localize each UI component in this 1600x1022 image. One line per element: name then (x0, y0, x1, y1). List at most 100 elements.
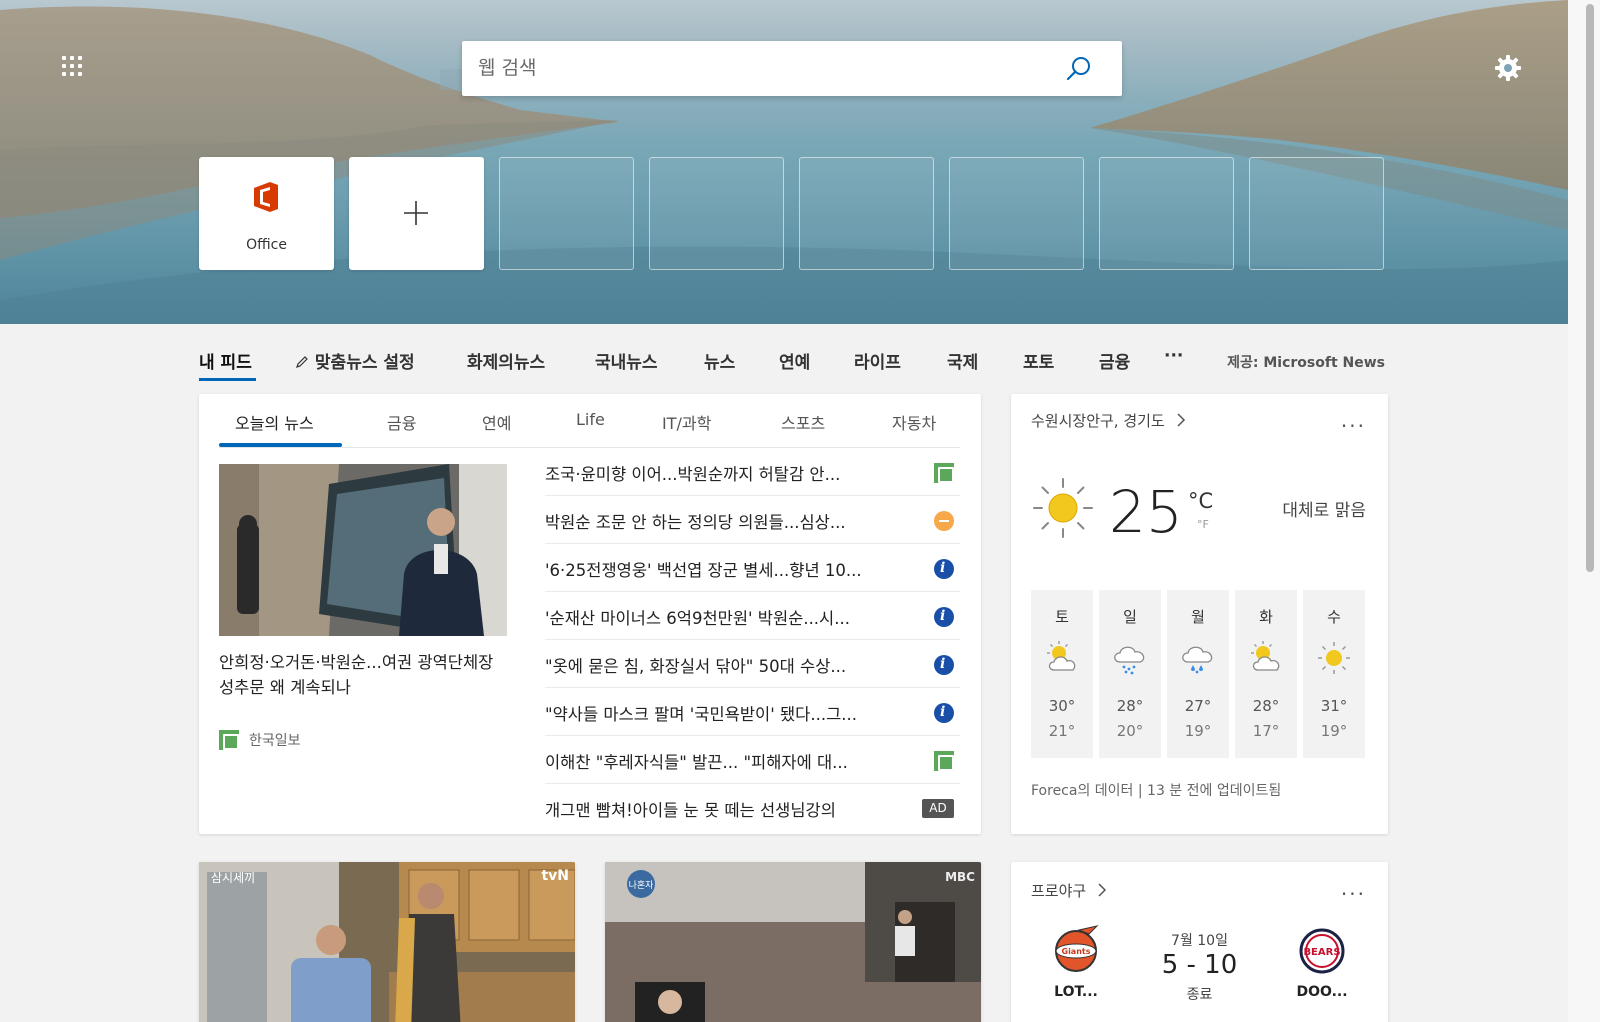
empty-quick-link-slot (1249, 157, 1384, 270)
headline-item[interactable]: '6·25전쟁영웅' 백선엽 장군 별세...향년 10... (545, 544, 960, 592)
forecast-high: 31° (1320, 697, 1348, 715)
forecast-day-name: 월 (1191, 608, 1205, 626)
headline-text: 조국·윤미향 이어...박원순까지 허탈감 안... (545, 465, 841, 484)
forecast-low: 19° (1320, 722, 1348, 740)
nav-domestic[interactable]: 국내뉴스 (595, 348, 658, 373)
headline-item[interactable]: "약사들 마스크 팔며 '국민욕받이' 됐다...그... (545, 688, 960, 736)
tab-it-science[interactable]: IT/과학 (662, 410, 711, 434)
forecast-day-name: 토 (1055, 608, 1069, 626)
empty-quick-link-slot (949, 157, 1084, 270)
news-card-video[interactable]: 나혼자 MBC (605, 862, 981, 1022)
headline-item[interactable]: "옷에 묻은 침, 화장실서 닦아" 50대 수상... (545, 640, 960, 688)
celsius-toggle[interactable]: °C (1188, 489, 1213, 513)
forecast-low: 21° (1048, 722, 1076, 740)
empty-quick-link-slot (799, 157, 934, 270)
nav-photo[interactable]: 포토 (1023, 348, 1054, 373)
headline-item[interactable]: 이해찬 "후레자식들" 발끈... "피해자에 대... (545, 736, 960, 784)
rain-icon (1182, 646, 1213, 674)
news-card-video[interactable]: 삼시세끼 tvN (199, 862, 575, 1022)
nav-news[interactable]: 뉴스 (704, 348, 735, 373)
news-card-image: 삼시세끼 (199, 862, 575, 1022)
search-icon[interactable] (1064, 54, 1094, 84)
headline-item[interactable]: 박원순 조문 안 하는 정의당 의원들...심상... (545, 496, 960, 544)
ad-headline-item[interactable]: 개그맨 빰쳐!아이들 눈 못 떼는 선생님강의 AD (545, 784, 960, 832)
nav-my-feed[interactable]: 내 피드 (199, 348, 252, 373)
news-provider-label: 제공: Microsoft News (1227, 355, 1385, 371)
settings-gear-icon[interactable] (1494, 54, 1522, 82)
fahrenheit-toggle[interactable]: °F (1197, 518, 1209, 531)
weather-location: 수원시장안구, 경기도 (1031, 412, 1165, 430)
baseball-title: 프로야구 (1031, 882, 1087, 900)
nav-trending[interactable]: 화제의뉴스 (467, 348, 545, 373)
feature-news-title[interactable]: 안희정·오거돈·박원순...여권 광역단체장 성추문 왜 계속되나 (219, 650, 509, 700)
forecast-low: 19° (1184, 722, 1212, 740)
page-scrollbar[interactable] (1568, 0, 1600, 1022)
svg-text:BEARS: BEARS (1303, 947, 1340, 958)
baseball-card: 프로야구 ··· Giants LOT... 7월 10일 5 - 10 종료 … (1011, 862, 1388, 1022)
tab-entertainment[interactable]: 연예 (482, 410, 511, 434)
team-away-name: DOO... (1296, 984, 1348, 1000)
tab-life[interactable]: Life (576, 410, 605, 429)
add-quick-link-button[interactable] (349, 157, 484, 270)
publisher-logo-icon (934, 703, 954, 723)
hankook-ilbo-logo-icon (219, 730, 239, 750)
headline-text: '순재산 마이너스 6억9천만원' 박원순...시... (545, 609, 850, 628)
nav-entertainment[interactable]: 연예 (779, 348, 810, 373)
publisher-logo-icon (934, 511, 954, 531)
weather-more-options-button[interactable]: ··· (1341, 414, 1366, 438)
web-search-box[interactable] (462, 41, 1122, 96)
hankook-ilbo-logo-icon (934, 463, 954, 483)
tab-finance[interactable]: 금융 (387, 410, 416, 434)
forecast-day[interactable]: 화 28° 17° (1235, 590, 1297, 758)
headline-text: "옷에 묻은 침, 화장실서 닦아" 50대 수상... (545, 657, 847, 676)
quick-link-office[interactable]: Office (199, 157, 334, 270)
feature-news-source: 한국일보 (219, 730, 301, 750)
baseball-title-link[interactable]: 프로야구 (1031, 880, 1107, 901)
forecast-day-name: 일 (1123, 608, 1137, 626)
nav-world[interactable]: 국제 (947, 348, 978, 373)
tab-today-news[interactable]: 오늘의 뉴스 (235, 410, 314, 434)
nav-personalize[interactable]: 맞춤뉴스 설정 (295, 348, 415, 373)
nav-finance[interactable]: 금융 (1099, 348, 1130, 373)
publisher-logo-icon (934, 559, 954, 579)
feed-nav: 내 피드 맞춤뉴스 설정 화제의뉴스 국내뉴스 뉴스 연예 라이프 국제 포토 … (199, 346, 1385, 381)
tvn-channel-logo: tvN (541, 868, 569, 884)
scrollbar-thumb[interactable] (1586, 4, 1594, 572)
nav-life[interactable]: 라이프 (854, 348, 901, 373)
feature-news-source-name: 한국일보 (249, 733, 301, 749)
weather-location-link[interactable]: 수원시장안구, 경기도 (1031, 410, 1186, 431)
sunny-icon (1033, 478, 1093, 538)
publisher-logo-icon (934, 607, 954, 627)
quick-link-label: Office (246, 237, 287, 253)
forecast-high: 27° (1184, 697, 1212, 715)
current-temperature: 25 (1109, 478, 1183, 546)
weather-data-source[interactable]: Foreca의 데이터 | 13 분 전에 업데이트됨 (1031, 780, 1281, 800)
nav-more-button[interactable]: ··· (1164, 346, 1183, 366)
app-launcher-icon[interactable] (62, 56, 84, 78)
weather-card: 수원시장안구, 경기도 ··· 25 °C °F 대체로 맑음 토 30° 21… (1011, 394, 1388, 834)
forecast-day[interactable]: 일 28° 20° (1099, 590, 1161, 758)
forecast-day[interactable]: 월 27° 19° (1167, 590, 1229, 758)
bears-logo-icon: BEARS (1299, 928, 1345, 974)
forecast-day[interactable]: 수 31° 19° (1303, 590, 1365, 758)
forecast-low: 17° (1252, 722, 1280, 740)
rain-icon (1114, 646, 1145, 675)
headline-item[interactable]: '순재산 마이너스 6억9천만원' 박원순...시... (545, 592, 960, 640)
forecast-high: 30° (1048, 697, 1076, 715)
tab-sports[interactable]: 스포츠 (781, 410, 825, 434)
headline-text: "약사들 마스크 팔며 '국민욕받이' 됐다...그... (545, 705, 857, 724)
tab-cars[interactable]: 자동차 (892, 410, 936, 434)
forecast-high: 28° (1252, 697, 1280, 715)
forecast-day-name: 수 (1327, 608, 1341, 626)
baseball-more-options-button[interactable]: ··· (1341, 882, 1366, 906)
publisher-logo-icon (934, 655, 954, 675)
forecast-high: 28° (1116, 697, 1144, 715)
tab-active-indicator (219, 443, 342, 447)
forecast-day[interactable]: 토 30° 21° (1031, 590, 1093, 758)
headline-item[interactable]: 조국·윤미향 이어...박원순까지 허탈감 안... (545, 448, 960, 496)
partly-sunny-icon (1251, 641, 1280, 671)
search-input[interactable] (478, 51, 1038, 85)
forecast-day-name: 화 (1259, 608, 1273, 626)
daily-forecast: 토 30° 21° 일 28° 20° 월 27° 19° 화 28° 17° … (1031, 590, 1372, 758)
feature-news-image[interactable] (219, 464, 507, 636)
